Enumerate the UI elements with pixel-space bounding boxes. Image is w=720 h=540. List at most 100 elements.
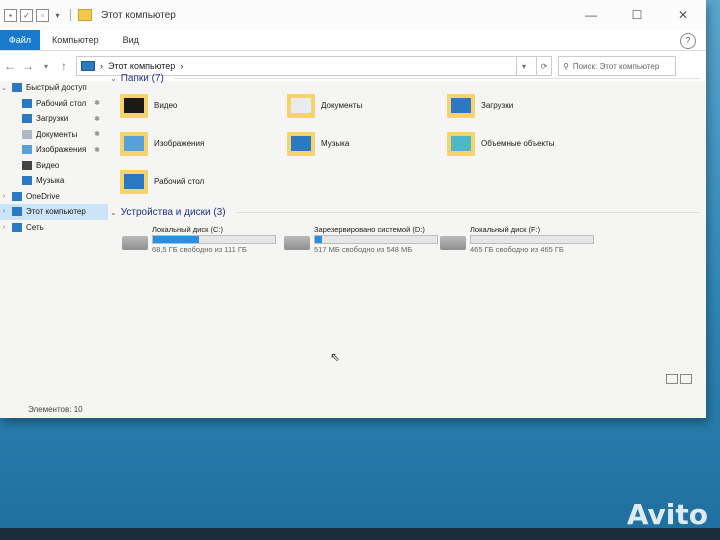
folder-item[interactable]: Загрузки — [447, 88, 607, 122]
folder-item[interactable]: Рабочий стол — [120, 164, 287, 198]
forward-button[interactable]: → — [22, 59, 34, 73]
checkmark-icon[interactable]: ✓ — [20, 8, 33, 22]
drive-usage-fill — [153, 236, 200, 243]
cloud-icon — [12, 191, 22, 201]
up-button[interactable]: ↑ — [58, 59, 70, 73]
drive-usage-fill — [315, 236, 323, 243]
folders-grid: Видео Документы Загрузки Изображения Музыка О… — [120, 88, 700, 198]
sidebar-item[interactable]: › OneDrive — [0, 189, 108, 205]
help-button[interactable]: ? — [680, 33, 696, 49]
drive-info: Локальный диск (F:) 465 ГБ свободно из 46… — [470, 224, 594, 255]
minimize-button[interactable]: — — [568, 0, 614, 30]
desktop-folder-icon — [120, 168, 148, 194]
drive-icon — [440, 236, 466, 250]
drive-item[interactable]: Локальный диск (C:) 68,5 ГБ свободно из 1… — [122, 224, 284, 264]
drive-item[interactable]: Зарезервировано системой (D:) 517 МБ своб… — [284, 224, 440, 264]
tab-computer[interactable]: Компьютер — [40, 30, 111, 50]
drive-item[interactable]: Локальный диск (F:) 465 ГБ свободно из 46… — [440, 224, 600, 264]
folder-item[interactable]: Изображения — [120, 126, 287, 160]
recent-locations-button[interactable]: ▾ — [40, 62, 52, 71]
sidebar-item[interactable]: Рабочий стол ✱ — [0, 96, 108, 112]
sidebar-item-label: Видео — [36, 160, 60, 170]
close-button[interactable]: ✕ — [660, 0, 706, 30]
chevron-down-icon[interactable]: ⌄ — [110, 74, 117, 83]
tab-view[interactable]: Вид — [111, 30, 151, 50]
section-title: Устройства и диски (3) — [120, 206, 226, 218]
folder-item[interactable]: Видео — [120, 88, 287, 122]
window-controls: — ☐ ✕ — [568, 0, 706, 30]
drive-usage-bar — [152, 235, 276, 244]
large-icons-view-icon[interactable] — [680, 374, 692, 384]
documents-folder-icon — [287, 92, 315, 118]
folder-label: Видео — [154, 100, 178, 110]
sidebar-item-label: Быстрый доступ — [26, 83, 87, 93]
folder-item[interactable]: Документы — [287, 88, 447, 122]
status-bar: Элементов: 10 — [0, 400, 706, 418]
folder-label: Рабочий стол — [154, 176, 205, 186]
drive-icon — [284, 236, 310, 250]
chevron-right-icon[interactable]: › — [0, 224, 8, 231]
taskbar — [0, 528, 720, 540]
drives-section-header[interactable]: ⌄ Устройства и диски (3) — [110, 204, 700, 220]
divider — [173, 77, 700, 79]
section-title: Папки (7) — [120, 72, 164, 84]
content-pane: ⌄ Папки (7) Видео Документы Загрузки Изобра… — [110, 70, 700, 400]
chevron-down-icon[interactable]: ⌄ — [0, 84, 8, 92]
sidebar-item-label: Загрузки — [36, 114, 69, 124]
item-count: Элементов: 10 — [28, 404, 83, 414]
sidebar-item-label: Сеть — [26, 222, 44, 232]
sidebar-item[interactable]: Документы ✱ — [0, 127, 108, 143]
drive-free-space: 465 ГБ свободно из 465 ГБ — [470, 245, 564, 254]
sidebar-item[interactable]: Музыка — [0, 173, 108, 189]
pin-icon: ✱ — [94, 131, 100, 139]
properties-icon[interactable]: ▪ — [4, 8, 17, 22]
back-button[interactable]: ← — [4, 59, 16, 73]
chevron-right-icon[interactable]: › — [0, 208, 8, 215]
computer-icon — [12, 207, 22, 217]
chevron-down-icon[interactable]: ⌄ — [110, 208, 117, 217]
folder-label: Объемные объекты — [481, 138, 555, 148]
folders-section-header[interactable]: ⌄ Папки (7) — [110, 70, 700, 86]
drive-usage-bar — [470, 235, 594, 244]
folder-item[interactable]: Объемные объекты — [447, 126, 607, 160]
details-view-icon[interactable] — [666, 374, 678, 384]
drive-label: Локальный диск (C:) — [152, 225, 223, 234]
folder-label: Изображения — [154, 138, 205, 148]
computer-icon — [81, 61, 95, 71]
sidebar-item[interactable]: Загрузки ✱ — [0, 111, 108, 127]
folder-item[interactable]: Музыка — [287, 126, 447, 160]
sidebar-item[interactable]: › Этот компьютер — [0, 204, 108, 220]
drive-usage-bar — [314, 235, 438, 244]
title-bar: ▪ ✓ ▫ ▾ Этот компьютер — ☐ ✕ — [0, 0, 706, 30]
new-folder-icon[interactable]: ▫ — [36, 8, 49, 22]
folder-label: Загрузки — [481, 100, 514, 110]
sidebar-item[interactable]: Изображения ✱ — [0, 142, 108, 158]
windows-drive-icon — [122, 236, 148, 250]
drive-info: Локальный диск (C:) 68,5 ГБ свободно из 1… — [152, 224, 276, 255]
customize-toolbar-icon[interactable]: ▾ — [52, 10, 63, 21]
maximize-button[interactable]: ☐ — [614, 0, 660, 30]
sidebar-item[interactable]: ⌄ Быстрый доступ — [0, 80, 108, 96]
sidebar-item[interactable]: Видео — [0, 158, 108, 174]
tab-file[interactable]: Файл — [0, 30, 40, 50]
drive-label: Локальный диск (F:) — [470, 225, 541, 234]
drive-free-space: 517 МБ свободно из 548 МБ — [314, 245, 413, 254]
folder-label: Музыка — [321, 138, 350, 148]
separator — [70, 9, 71, 21]
ribbon-tabs: Файл Компьютер Вид ? — [0, 30, 706, 51]
pin-icon: ✱ — [94, 100, 100, 108]
downloads-folder-icon — [447, 92, 475, 118]
documents-icon — [22, 129, 32, 139]
music-icon — [22, 176, 32, 186]
sidebar-item-label: Рабочий стол — [36, 98, 87, 108]
folder-label: Документы — [321, 100, 363, 110]
address-chevron-icon[interactable]: › — [100, 61, 103, 71]
explorer-window: ▪ ✓ ▫ ▾ Этот компьютер — ☐ ✕ Файл Компью… — [0, 0, 706, 418]
chevron-right-icon[interactable]: › — [0, 193, 8, 200]
view-switcher — [666, 374, 692, 384]
window-title: Этот компьютер — [101, 9, 176, 21]
drives-grid: Локальный диск (C:) 68,5 ГБ свободно из 1… — [122, 224, 700, 264]
sidebar-item[interactable]: › Сеть — [0, 220, 108, 236]
star-icon — [12, 83, 22, 93]
drive-free-space: 68,5 ГБ свободно из 111 ГБ — [152, 245, 247, 254]
